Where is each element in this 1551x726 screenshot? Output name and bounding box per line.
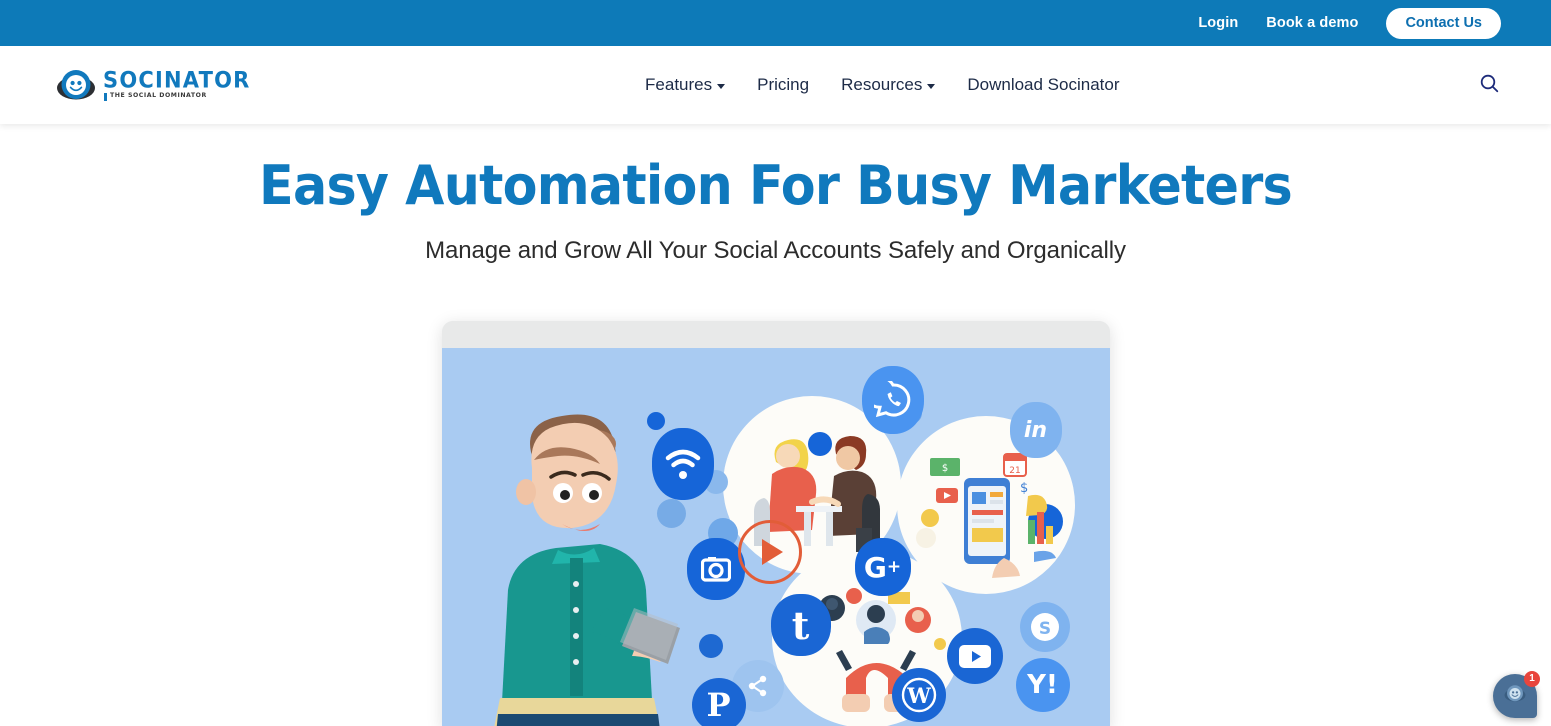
svg-text:21: 21 xyxy=(1009,466,1020,476)
logo-tagline-bar xyxy=(104,92,107,101)
main-navigation: Features Pricing Resources Download Soci… xyxy=(605,75,1119,95)
linkedin-icon: in xyxy=(1009,402,1062,459)
video-player-card[interactable]: $ 21 $ in G + t P W S Y! xyxy=(441,321,1110,726)
chat-notification-badge: 1 xyxy=(1524,671,1540,687)
nav-item-pricing[interactable]: Pricing xyxy=(757,75,809,95)
nav-label-pricing: Pricing xyxy=(757,75,810,94)
site-header: SOCINATOR THE SOCIAL DOMINATOR Features … xyxy=(0,46,1551,124)
book-demo-link[interactable]: Book a demo xyxy=(1266,15,1358,31)
play-triangle xyxy=(762,539,783,566)
nav-label-features: Features xyxy=(645,75,713,94)
nav-item-resources[interactable]: Resources xyxy=(841,75,936,95)
nav-label-resources: Resources xyxy=(841,75,923,94)
logo[interactable]: SOCINATOR THE SOCIAL DOMINATOR xyxy=(56,68,251,102)
nav-item-download-socinator[interactable]: Download Socinator xyxy=(967,75,1119,95)
video-card-chrome xyxy=(441,321,1110,349)
chevron-down-icon xyxy=(717,84,726,89)
svg-text:$: $ xyxy=(941,463,947,474)
contact-us-button[interactable]: Contact Us xyxy=(1386,7,1501,39)
login-link[interactable]: Login xyxy=(1198,15,1238,31)
svg-text:S: S xyxy=(1038,619,1050,639)
tumblr-icon: t xyxy=(770,594,831,657)
hero-section: Easy Automation For Busy Marketers Manag… xyxy=(0,124,1551,266)
nav-item-features[interactable]: Features xyxy=(645,75,726,95)
chevron-down-icon xyxy=(927,84,936,89)
page-title: Easy Automation For Busy Marketers xyxy=(259,154,1293,217)
pinterest-icon: P xyxy=(691,678,746,726)
wifi-icon xyxy=(651,428,714,501)
top-utility-bar: Login Book a demo Contact Us xyxy=(0,0,1551,46)
chat-widget-button[interactable]: 1 xyxy=(1493,671,1540,718)
svg-text:$: $ xyxy=(1020,481,1028,496)
youtube-icon xyxy=(946,628,1003,685)
hero-subtitle: Manage and Grow All Your Social Accounts… xyxy=(425,237,1126,265)
search-icon xyxy=(1480,74,1499,96)
logo-tagline: THE SOCIAL DOMINATOR xyxy=(110,92,207,100)
robot-head-icon xyxy=(56,68,96,102)
decorative-dot xyxy=(698,634,723,659)
logo-wordmark: SOCINATOR xyxy=(103,66,251,93)
whatsapp-icon xyxy=(861,366,924,435)
nav-label-download: Download Socinator xyxy=(967,75,1120,94)
svg-text:W: W xyxy=(906,683,931,708)
yahoo-icon: Y! xyxy=(1015,658,1070,713)
wordpress-icon: W xyxy=(891,668,946,723)
video-thumbnail[interactable]: $ 21 $ in G + t P W S Y! xyxy=(441,348,1110,726)
socinator-bot-icon xyxy=(1504,684,1526,708)
skype-icon: S xyxy=(1019,602,1070,653)
logo-tagline-wrap: THE SOCIAL DOMINATOR xyxy=(104,92,251,101)
search-button[interactable] xyxy=(1474,68,1505,102)
instagram-icon xyxy=(686,538,745,601)
play-button-icon[interactable] xyxy=(737,520,802,585)
google-plus-icon: G + xyxy=(854,538,911,597)
logo-text: SOCINATOR THE SOCIAL DOMINATOR xyxy=(103,66,251,101)
